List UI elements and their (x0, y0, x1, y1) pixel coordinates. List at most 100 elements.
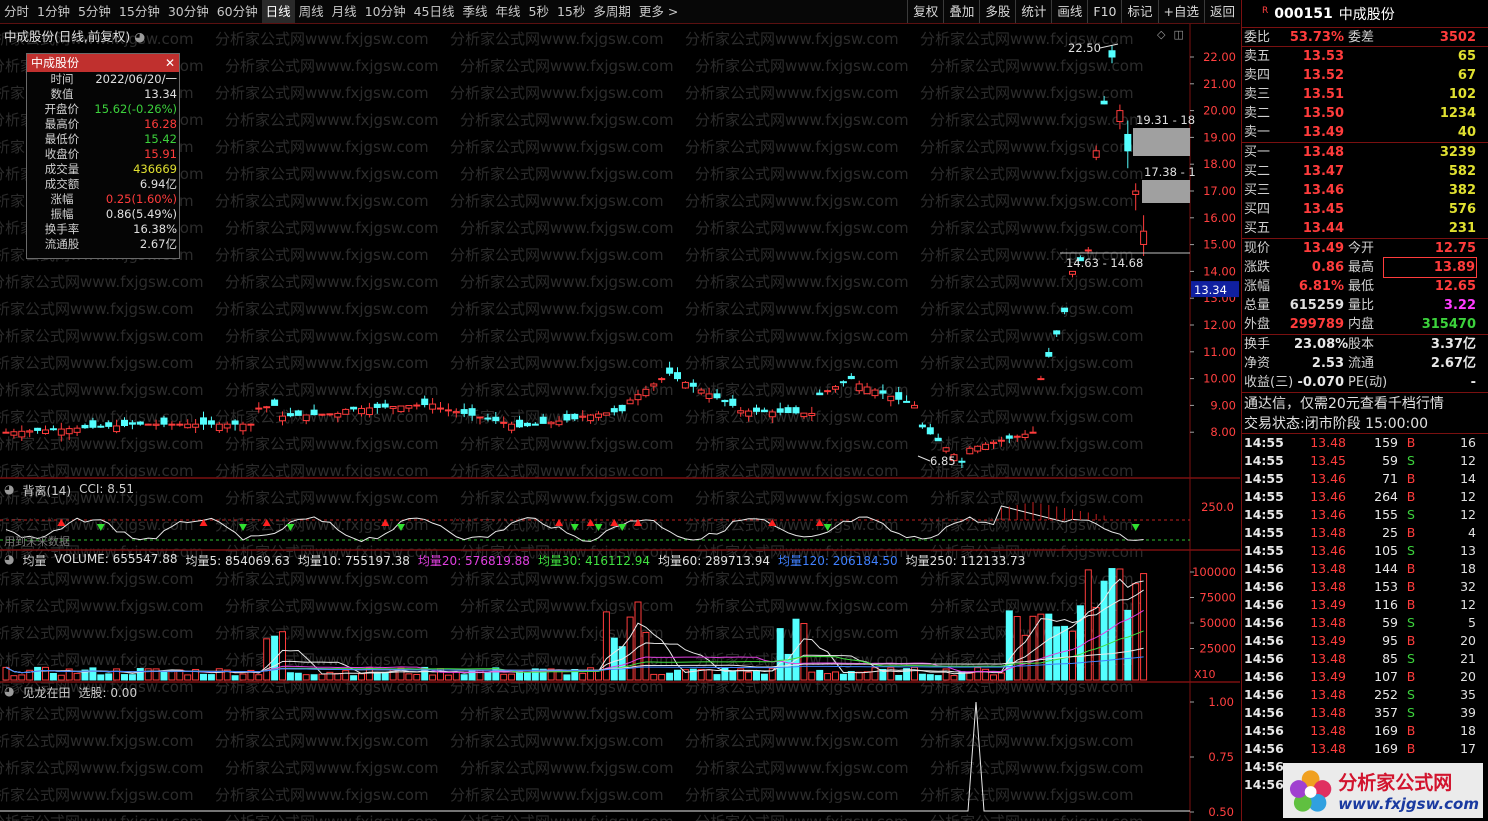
period-tab-6[interactable]: 日线 (261, 0, 295, 23)
notice-text[interactable]: 通达信，仅需20元查看千档行情 (1242, 392, 1488, 414)
period-tab-16[interactable]: 更多 > (635, 0, 682, 23)
candle-body (681, 381, 689, 389)
period-tab-12[interactable]: 年线 (492, 0, 525, 23)
tick-price: 13.48 (1310, 435, 1346, 450)
stat-row: 外盘 299789 内盘 315470 (1242, 315, 1488, 334)
tick-time: 14:55 (1244, 543, 1284, 558)
period-tab-2[interactable]: 5分钟 (74, 0, 115, 23)
candle-body (421, 398, 429, 406)
tick-row[interactable]: 14:55 13.45 59 S 12 (1242, 452, 1488, 470)
price-label: 8.00 (1210, 425, 1236, 439)
chart-area[interactable]: 分析家公式网www.fxjgsw.com 分析家公式网www.fxjgsw.com… (0, 24, 1240, 821)
tick-price: 13.48 (1310, 741, 1346, 756)
period-tab-0[interactable]: 分时 (0, 0, 33, 23)
diamond-icon[interactable]: ◇ (1157, 28, 1165, 41)
gap-box-1 (1133, 128, 1190, 156)
watermark-text: 分析家公式网www.fxjgsw.com (685, 192, 899, 210)
period-tab-8[interactable]: 月线 (328, 0, 361, 23)
candle-body (800, 412, 808, 418)
tick-row[interactable]: 14:56 13.49 107 B 20 (1242, 668, 1488, 686)
tick-row[interactable]: 14:56 13.48 169 B 17 (1242, 740, 1488, 758)
tick-count: 35 (1460, 687, 1476, 702)
watermark-text: 分析家公式网www.fxjgsw.com (460, 111, 674, 129)
tick-row[interactable]: 14:55 13.46 71 B 14 (1242, 470, 1488, 488)
circle-toggle-icon[interactable]: ◕ (134, 29, 145, 44)
tool-button-5[interactable]: F10 (1087, 0, 1121, 23)
tick-row[interactable]: 14:55 13.48 25 B 4 (1242, 524, 1488, 542)
tick-row[interactable]: 14:55 13.48 159 B 16 (1242, 434, 1488, 452)
tick-side: S (1407, 705, 1415, 720)
period-tab-14[interactable]: 15秒 (553, 0, 589, 23)
panel-icon[interactable]: ◫ (1173, 28, 1183, 41)
period-tab-1[interactable]: 1分钟 (33, 0, 74, 23)
chart-canvas[interactable]: 分析家公式网www.fxjgsw.com 分析家公式网www.fxjgsw.com… (0, 24, 1240, 821)
circle-toggle-icon[interactable]: ◕ (4, 684, 14, 701)
bid-row[interactable]: 买五 13.44 231 (1242, 219, 1488, 238)
period-tab-13[interactable]: 5秒 (525, 0, 553, 23)
period-tab-10[interactable]: 45日线 (410, 0, 459, 23)
tick-row[interactable]: 14:55 13.46 155 S 12 (1242, 506, 1488, 524)
tick-row[interactable]: 14:55 13.46 105 S 13 (1242, 542, 1488, 560)
period-tab-15[interactable]: 多周期 (589, 0, 635, 23)
period-tab-11[interactable]: 季线 (459, 0, 492, 23)
period-tab-3[interactable]: 15分钟 (115, 0, 164, 23)
stat-value: 6.81% (1298, 279, 1344, 294)
gap-label-3: 14.63 - 14.68 (1066, 256, 1143, 270)
circle-toggle-icon[interactable]: ◕ (4, 482, 14, 499)
ask-row[interactable]: 卖五 13.53 65 (1242, 47, 1488, 66)
candle-body (1116, 110, 1124, 123)
candle-body (634, 394, 642, 401)
tick-row[interactable]: 14:56 13.49 95 B 20 (1242, 632, 1488, 650)
tool-button-8[interactable]: 返回 (1203, 0, 1240, 23)
tick-row[interactable]: 14:56 13.48 169 B 18 (1242, 722, 1488, 740)
tick-count: 12 (1460, 453, 1476, 468)
volume-bar (200, 673, 207, 681)
candle-body (602, 412, 610, 416)
watermark-text: 分析家公式网www.fxjgsw.com (225, 219, 439, 237)
info-row: 时间 2022/06/20/一 (27, 72, 179, 87)
tick-row[interactable]: 14:56 13.48 144 B 18 (1242, 560, 1488, 578)
period-tab-4[interactable]: 30分钟 (164, 0, 213, 23)
bid-row[interactable]: 买四 13.45 576 (1242, 200, 1488, 219)
tool-button-3[interactable]: 统计 (1015, 0, 1051, 23)
tick-row[interactable]: 14:55 13.46 264 B 12 (1242, 488, 1488, 506)
tick-row[interactable]: 14:56 13.48 252 S 35 (1242, 686, 1488, 704)
chart-title-text: 中成股份(日线,前复权) (4, 29, 131, 44)
tool-button-6[interactable]: 标记 (1121, 0, 1157, 23)
watermark-text: 分析家公式网www.fxjgsw.com (920, 84, 1134, 102)
tool-button-2[interactable]: 多股 (979, 0, 1015, 23)
tool-button-4[interactable]: 画线 (1051, 0, 1087, 23)
tick-time: 14:56 (1244, 561, 1284, 576)
volume-bar (381, 671, 389, 681)
price-label: 22.00 (1203, 50, 1236, 64)
tick-row[interactable]: 14:56 13.48 357 S 39 (1242, 704, 1488, 722)
tool-button-1[interactable]: 叠加 (943, 0, 979, 23)
tick-row[interactable]: 14:56 13.49 116 B 12 (1242, 596, 1488, 614)
period-tab-5[interactable]: 60分钟 (213, 0, 262, 23)
ask-volume: 1234 (1439, 106, 1476, 121)
ask-price: 13.52 (1302, 68, 1344, 83)
volume-bar (271, 635, 279, 681)
volume-bar (950, 675, 958, 681)
stat2-value: -0.070 (1297, 375, 1344, 390)
tick-row[interactable]: 14:56 13.48 85 S 21 (1242, 650, 1488, 668)
bid-row[interactable]: 买一 13.48 3239 (1242, 143, 1488, 162)
tick-row[interactable]: 14:56 13.48 59 S 5 (1242, 614, 1488, 632)
period-tab-7[interactable]: 周线 (295, 0, 328, 23)
period-tab-9[interactable]: 10分钟 (361, 0, 410, 23)
ask-row[interactable]: 卖三 13.51 102 (1242, 85, 1488, 104)
watermark-text: 分析家公式网www.fxjgsw.com (930, 705, 1144, 723)
tool-button-0[interactable]: 复权 (907, 0, 943, 23)
tool-button-7[interactable]: +自选 (1157, 0, 1204, 23)
tick-list[interactable]: 14:55 13.48 159 B 16 14:55 13.45 59 S 12 14:55 13.4… (1242, 434, 1488, 794)
circle-toggle-icon[interactable]: ◕ (4, 552, 14, 569)
volume-bar (610, 637, 618, 681)
ask-row[interactable]: 卖四 13.52 67 (1242, 66, 1488, 85)
info-value: 15.42 (144, 132, 177, 146)
bid-row[interactable]: 买二 13.47 582 (1242, 162, 1488, 181)
tick-row[interactable]: 14:56 13.48 153 B 32 (1242, 578, 1488, 596)
ask-row[interactable]: 卖一 13.49 40 (1242, 123, 1488, 142)
close-icon[interactable]: ✕ (165, 54, 175, 72)
ask-row[interactable]: 卖二 13.50 1234 (1242, 104, 1488, 123)
bid-row[interactable]: 买三 13.46 382 (1242, 181, 1488, 200)
